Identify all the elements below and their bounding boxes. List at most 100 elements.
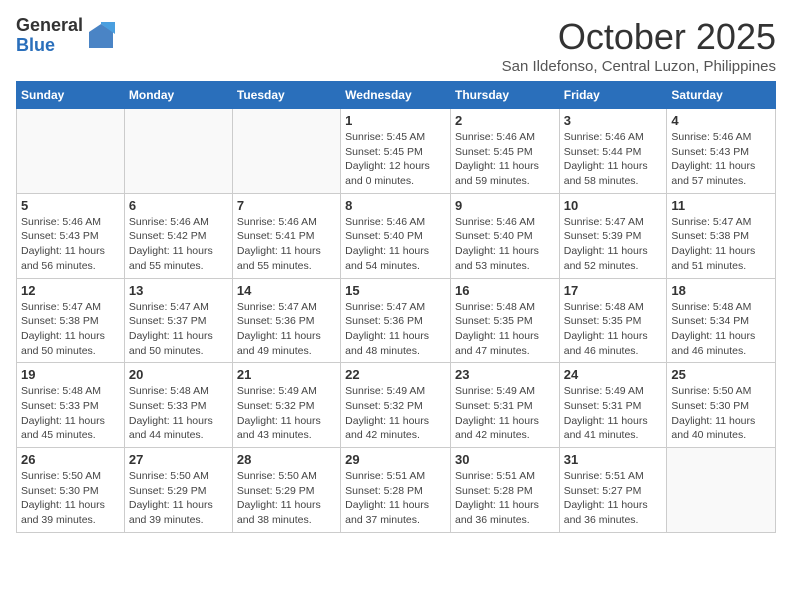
calendar-cell: 15Sunrise: 5:47 AM Sunset: 5:36 PM Dayli… [341, 278, 451, 363]
calendar-cell: 11 Sunrise: 5:47 AM Sunset: 5:38 PM Dayli… [667, 193, 776, 278]
day-info: Sunrise: 5:50 AM Sunset: 5:29 PM Dayligh… [237, 469, 336, 528]
day-info: Sunrise: 5:51 AM Sunset: 5:28 PM Dayligh… [455, 469, 555, 528]
day-info: Sunrise: 5:45 AM Sunset: 5:45 PM Dayligh… [345, 130, 446, 189]
day-number: 5 [21, 198, 120, 213]
day-info: Sunrise: 5:46 AM Sunset: 5:40 PM Dayligh… [455, 215, 555, 274]
logo-general: General [16, 16, 83, 36]
header-tuesday: Tuesday [232, 82, 340, 109]
header-friday: Friday [559, 82, 667, 109]
day-info: Sunrise: 5:51 AM Sunset: 5:27 PM Dayligh… [564, 469, 663, 528]
day-info: Sunrise: 5:47 AM Sunset: 5:37 PM Dayligh… [129, 300, 228, 359]
calendar-cell: 5 Sunrise: 5:46 AM Sunset: 5:43 PM Daylig… [17, 193, 125, 278]
calendar-cell: 9 Sunrise: 5:46 AM Sunset: 5:40 PM Daylig… [450, 193, 559, 278]
day-info: Sunrise: 5:46 AM Sunset: 5:43 PM Dayligh… [671, 130, 771, 189]
day-number: 6 [129, 198, 228, 213]
day-number: 25 [671, 367, 771, 382]
calendar-cell: 14 Sunrise: 5:47 AM Sunset: 5:36 PM Dayli… [232, 278, 340, 363]
month-title: October 2025 [502, 16, 776, 58]
day-info: Sunrise: 5:49 AM Sunset: 5:32 PM Dayligh… [345, 384, 446, 443]
day-info: Sunrise: 5:50 AM Sunset: 5:29 PM Dayligh… [129, 469, 228, 528]
day-info: Sunrise: 5:50 AM Sunset: 5:30 PM Dayligh… [21, 469, 120, 528]
day-number: 8 [345, 198, 446, 213]
day-info: Sunrise: 5:46 AM Sunset: 5:42 PM Dayligh… [129, 215, 228, 274]
calendar-cell: 29 Sunrise: 5:51 AM Sunset: 5:28 PM Dayli… [341, 448, 451, 533]
calendar-week-3: 19 Sunrise: 5:48 AM Sunset: 5:33 PM Dayli… [17, 363, 776, 448]
page-header: General Blue October 2025 San Ildefonso,… [16, 16, 776, 75]
calendar-week-2: 12Sunrise: 5:47 AM Sunset: 5:38 PM Dayli… [17, 278, 776, 363]
day-number: 24 [564, 367, 663, 382]
title-section: October 2025 San Ildefonso, Central Luzo… [502, 16, 776, 75]
calendar-cell: 8Sunrise: 5:46 AM Sunset: 5:40 PM Daylig… [341, 193, 451, 278]
day-number: 13 [129, 283, 228, 298]
day-number: 30 [455, 452, 555, 467]
day-info: Sunrise: 5:48 AM Sunset: 5:35 PM Dayligh… [455, 300, 555, 359]
calendar-week-0: 1 Sunrise: 5:45 AM Sunset: 5:45 PM Daylig… [17, 109, 776, 194]
logo: General Blue [16, 16, 115, 56]
calendar-cell: 31 Sunrise: 5:51 AM Sunset: 5:27 PM Dayli… [559, 448, 667, 533]
day-info: Sunrise: 5:48 AM Sunset: 5:34 PM Dayligh… [671, 300, 771, 359]
calendar-cell: 27Sunrise: 5:50 AM Sunset: 5:29 PM Dayli… [124, 448, 232, 533]
day-number: 20 [129, 367, 228, 382]
day-info: Sunrise: 5:48 AM Sunset: 5:33 PM Dayligh… [129, 384, 228, 443]
calendar-cell: 7 Sunrise: 5:46 AM Sunset: 5:41 PM Daylig… [232, 193, 340, 278]
calendar-header-row: SundayMondayTuesdayWednesdayThursdayFrid… [17, 82, 776, 109]
day-number: 15 [345, 283, 446, 298]
day-info: Sunrise: 5:47 AM Sunset: 5:38 PM Dayligh… [671, 215, 771, 274]
header-saturday: Saturday [667, 82, 776, 109]
day-number: 12 [21, 283, 120, 298]
calendar-cell [232, 109, 340, 194]
calendar-cell: 17Sunrise: 5:48 AM Sunset: 5:35 PM Dayli… [559, 278, 667, 363]
calendar-cell [17, 109, 125, 194]
day-number: 10 [564, 198, 663, 213]
day-info: Sunrise: 5:51 AM Sunset: 5:28 PM Dayligh… [345, 469, 446, 528]
day-info: Sunrise: 5:49 AM Sunset: 5:32 PM Dayligh… [237, 384, 336, 443]
calendar-cell: 16 Sunrise: 5:48 AM Sunset: 5:35 PM Dayli… [450, 278, 559, 363]
day-number: 7 [237, 198, 336, 213]
calendar-cell: 26 Sunrise: 5:50 AM Sunset: 5:30 PM Dayli… [17, 448, 125, 533]
calendar-cell: 30 Sunrise: 5:51 AM Sunset: 5:28 PM Dayli… [450, 448, 559, 533]
day-number: 29 [345, 452, 446, 467]
day-number: 14 [237, 283, 336, 298]
day-number: 22 [345, 367, 446, 382]
calendar-cell: 23Sunrise: 5:49 AM Sunset: 5:31 PM Dayli… [450, 363, 559, 448]
day-info: Sunrise: 5:47 AM Sunset: 5:36 PM Dayligh… [237, 300, 336, 359]
day-number: 18 [671, 283, 771, 298]
day-number: 16 [455, 283, 555, 298]
day-number: 28 [237, 452, 336, 467]
day-info: Sunrise: 5:46 AM Sunset: 5:41 PM Dayligh… [237, 215, 336, 274]
calendar-cell: 19 Sunrise: 5:48 AM Sunset: 5:33 PM Dayli… [17, 363, 125, 448]
day-number: 19 [21, 367, 120, 382]
day-number: 4 [671, 113, 771, 128]
calendar-cell: 24Sunrise: 5:49 AM Sunset: 5:31 PM Dayli… [559, 363, 667, 448]
day-info: Sunrise: 5:50 AM Sunset: 5:30 PM Dayligh… [671, 384, 771, 443]
logo-blue: Blue [16, 36, 83, 56]
header-wednesday: Wednesday [341, 82, 451, 109]
calendar-cell: 10Sunrise: 5:47 AM Sunset: 5:39 PM Dayli… [559, 193, 667, 278]
calendar-week-4: 26 Sunrise: 5:50 AM Sunset: 5:30 PM Dayli… [17, 448, 776, 533]
calendar-cell: 28 Sunrise: 5:50 AM Sunset: 5:29 PM Dayli… [232, 448, 340, 533]
day-number: 21 [237, 367, 336, 382]
header-sunday: Sunday [17, 82, 125, 109]
day-number: 26 [21, 452, 120, 467]
location-subtitle: San Ildefonso, Central Luzon, Philippine… [502, 58, 776, 75]
calendar-table: SundayMondayTuesdayWednesdayThursdayFrid… [16, 81, 776, 533]
day-number: 17 [564, 283, 663, 298]
day-number: 2 [455, 113, 555, 128]
calendar-cell: 3Sunrise: 5:46 AM Sunset: 5:44 PM Daylig… [559, 109, 667, 194]
calendar-cell: 12Sunrise: 5:47 AM Sunset: 5:38 PM Dayli… [17, 278, 125, 363]
calendar-cell: 18 Sunrise: 5:48 AM Sunset: 5:34 PM Dayli… [667, 278, 776, 363]
header-monday: Monday [124, 82, 232, 109]
day-info: Sunrise: 5:49 AM Sunset: 5:31 PM Dayligh… [455, 384, 555, 443]
calendar-cell: 22 Sunrise: 5:49 AM Sunset: 5:32 PM Dayli… [341, 363, 451, 448]
calendar-cell: 4 Sunrise: 5:46 AM Sunset: 5:43 PM Daylig… [667, 109, 776, 194]
day-info: Sunrise: 5:48 AM Sunset: 5:33 PM Dayligh… [21, 384, 120, 443]
calendar-cell: 21 Sunrise: 5:49 AM Sunset: 5:32 PM Dayli… [232, 363, 340, 448]
calendar-cell: 2Sunrise: 5:46 AM Sunset: 5:45 PM Daylig… [450, 109, 559, 194]
calendar-week-1: 5 Sunrise: 5:46 AM Sunset: 5:43 PM Daylig… [17, 193, 776, 278]
day-number: 11 [671, 198, 771, 213]
day-number: 31 [564, 452, 663, 467]
calendar-cell: 25 Sunrise: 5:50 AM Sunset: 5:30 PM Dayli… [667, 363, 776, 448]
day-info: Sunrise: 5:46 AM Sunset: 5:43 PM Dayligh… [21, 215, 120, 274]
day-number: 1 [345, 113, 446, 128]
day-number: 9 [455, 198, 555, 213]
